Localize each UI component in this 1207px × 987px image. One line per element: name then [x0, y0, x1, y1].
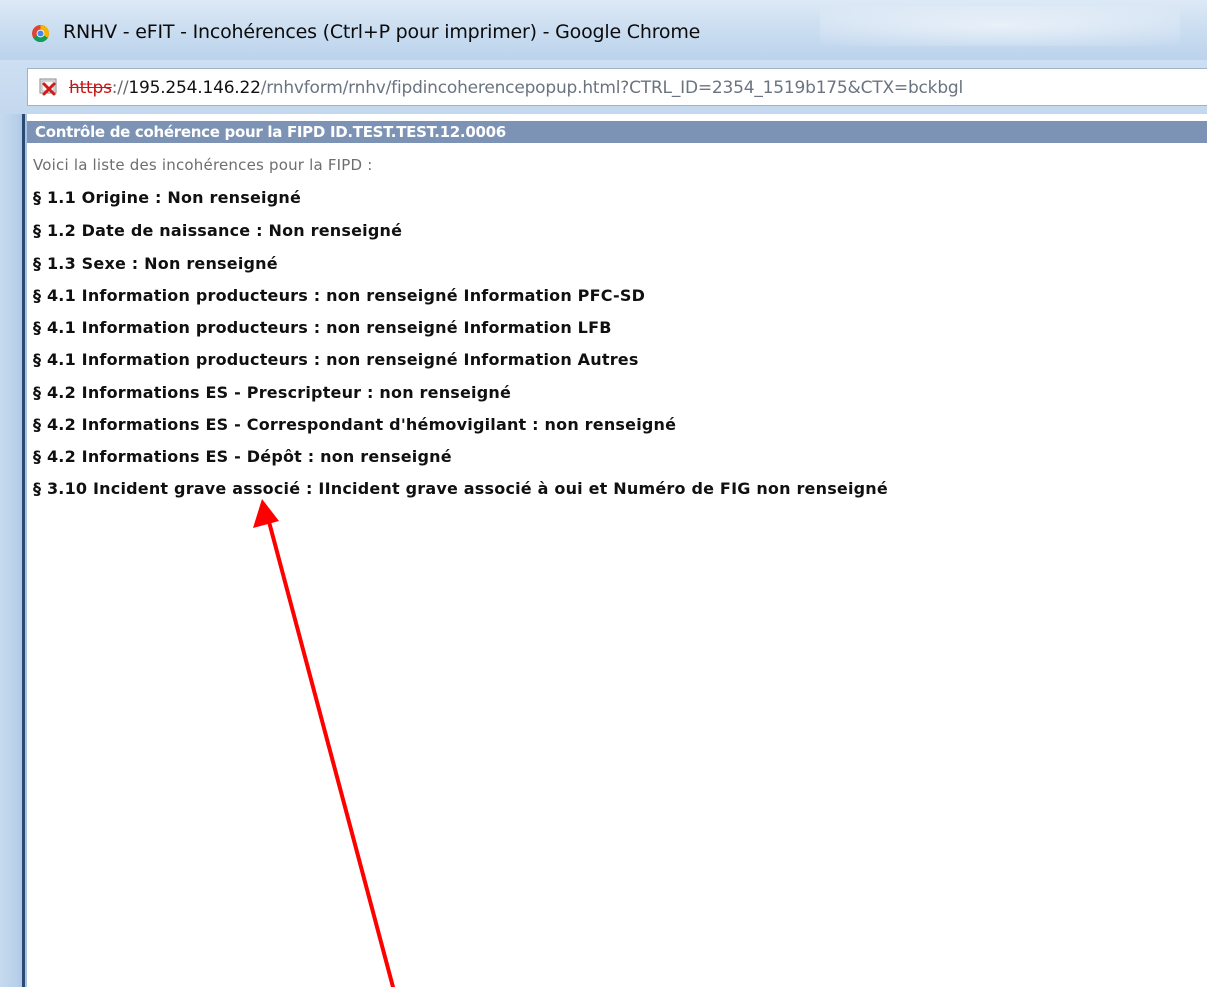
address-bar[interactable]: https://195.254.146.22/rnhvform/rnhv/fip…	[27, 68, 1207, 106]
issue-item: § 4.1 Information producteurs : non rens…	[33, 318, 612, 337]
url-scheme: https	[69, 78, 112, 98]
broken-lock-icon[interactable]	[38, 77, 60, 97]
url-separator: ://	[111, 78, 129, 98]
chrome-icon	[32, 25, 49, 42]
title-bar-glow	[820, 6, 1180, 46]
issue-item: § 4.1 Information producteurs : non rens…	[33, 286, 646, 305]
panel-subtitle: Voici la liste des incohérences pour la …	[33, 156, 373, 174]
issue-item: § 4.2 Informations ES - Prescripteur : n…	[33, 383, 512, 402]
window-title: RNHV - eFIT - Incohérences (Ctrl+P pour …	[63, 21, 701, 43]
window-frame-border	[22, 114, 25, 987]
browser-window: RNHV - eFIT - Incohérences (Ctrl+P pour …	[0, 0, 1207, 987]
window-title-bar[interactable]: RNHV - eFIT - Incohérences (Ctrl+P pour …	[0, 0, 1207, 60]
issue-item: § 1.2 Date de naissance : Non renseigné	[33, 221, 403, 240]
issue-item: § 4.2 Informations ES - Dépôt : non rens…	[33, 447, 452, 466]
issue-item: § 4.1 Information producteurs : non rens…	[33, 350, 639, 369]
panel-title: Contrôle de cohérence pour la FIPD ID.TE…	[35, 123, 506, 141]
issue-item: § 1.3 Sexe : Non renseigné	[33, 254, 278, 273]
url-text[interactable]: https://195.254.146.22/rnhvform/rnhv/fip…	[69, 78, 963, 98]
url-host: 195.254.146.22	[128, 78, 261, 98]
url-path: /rnhvform/rnhv/fipdincoherencepopup.html…	[260, 78, 964, 98]
issue-item: § 4.2 Informations ES - Correspondant d'…	[33, 415, 677, 434]
page-content	[27, 114, 1207, 987]
issue-item-highlighted: § 3.10 Incident grave associé : IInciden…	[33, 479, 888, 498]
issue-item: § 1.1 Origine : Non renseigné	[33, 188, 302, 207]
